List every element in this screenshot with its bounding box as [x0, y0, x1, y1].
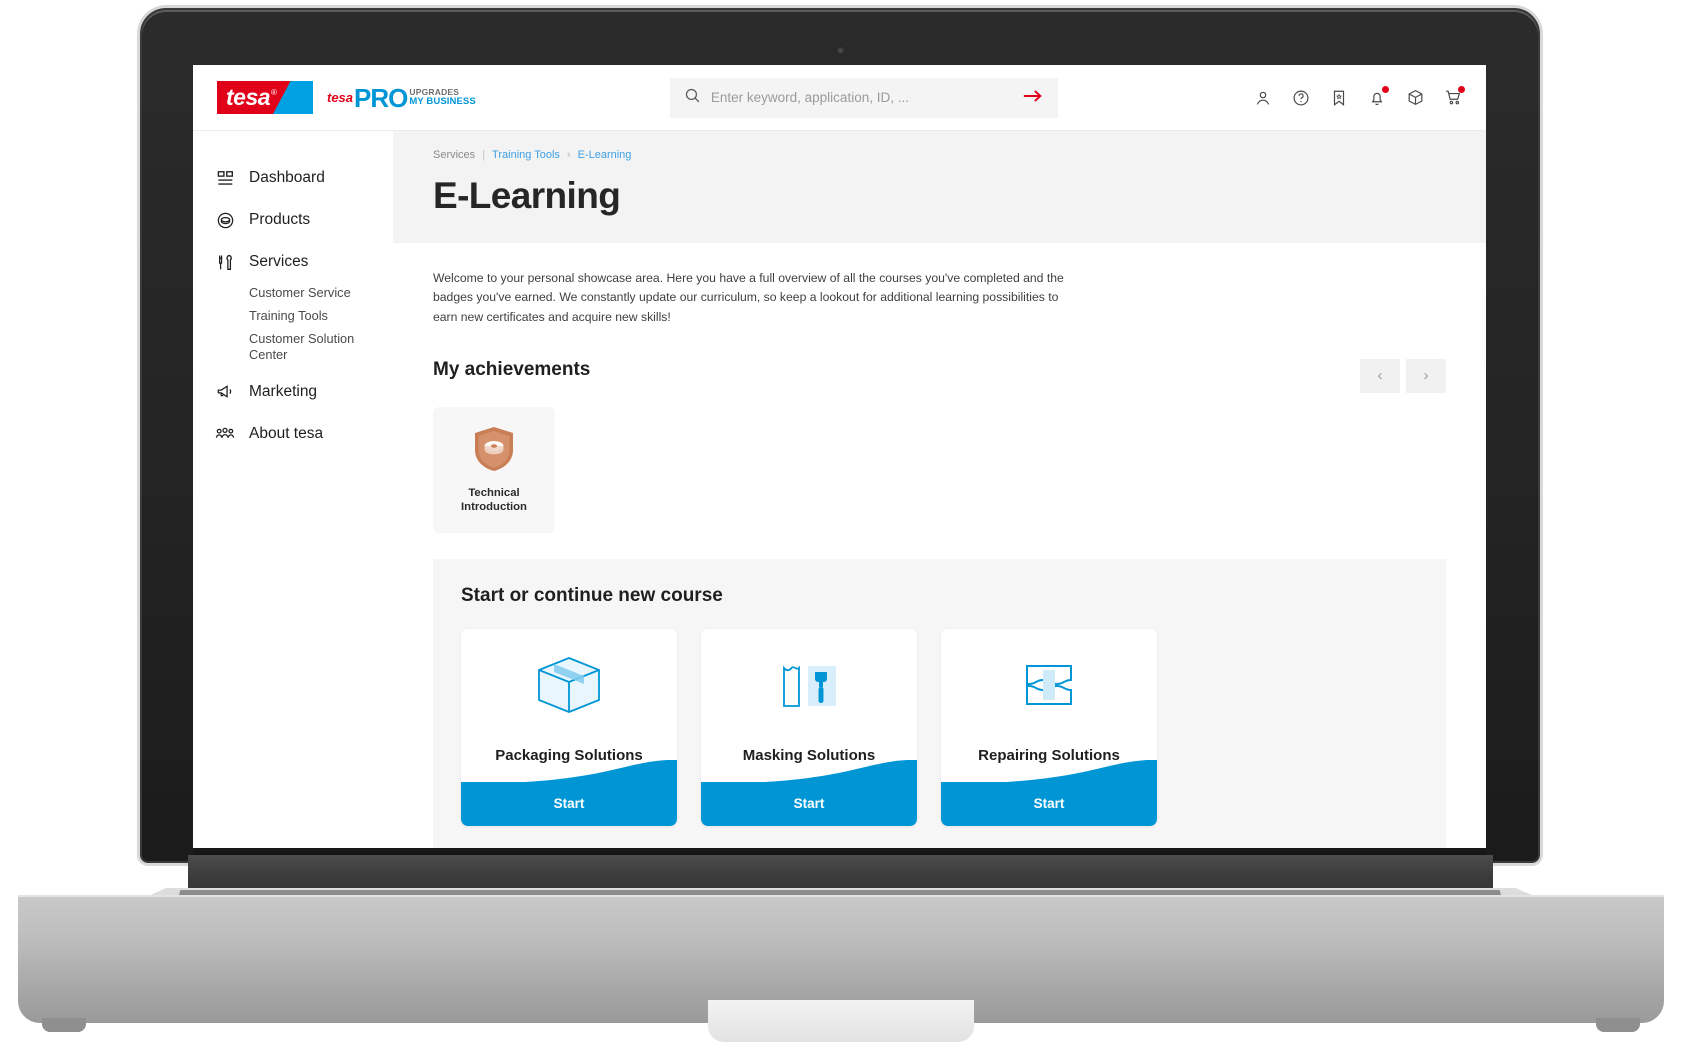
course-art — [941, 629, 1157, 747]
webcam — [836, 46, 845, 55]
breadcrumb: Services | Training Tools › E-Learning — [433, 149, 1486, 161]
masking-tape-brush-icon — [774, 650, 844, 725]
page-title: E-Learning — [433, 175, 621, 216]
achievements-header: My achievements ‹ › — [393, 336, 1486, 393]
people-group-icon — [215, 424, 235, 444]
sidebar-item-label: About tesa — [249, 424, 324, 442]
sidebar-item-marketing[interactable]: Marketing — [193, 371, 393, 413]
intro-section: Welcome to your personal showcase area. … — [393, 243, 1486, 337]
achievements-badge-list: Technical Introduction — [393, 392, 1486, 559]
tape-roll-icon — [215, 210, 235, 230]
breadcrumb-current-e-learning[interactable]: E-Learning — [578, 149, 632, 161]
tesa-logo-registered-mark: ® — [271, 88, 277, 97]
search-box[interactable] — [669, 77, 1058, 118]
shopping-cart-icon[interactable] — [1442, 85, 1465, 109]
tesa-logo[interactable]: tesa ® — [217, 81, 313, 114]
package-box-icon[interactable] — [1404, 87, 1426, 109]
pro-tesa-word: tesa — [327, 90, 354, 105]
notification-badge-dot — [1382, 85, 1389, 93]
achievement-badge-label-line2: Introduction — [461, 501, 527, 514]
sidebar-nav: Dashboard Products Services Customer Ser… — [193, 131, 393, 848]
achievement-badge-label: Technical Introduction — [461, 486, 527, 515]
tesa-logo-wordmark: tesa — [226, 84, 271, 110]
carton-box-icon — [532, 650, 606, 725]
achievement-badge-label-line1: Technical — [468, 486, 520, 499]
course-start-label: Start — [793, 796, 825, 812]
breadcrumb-root: Services — [433, 149, 476, 161]
laptop-mockup: tesa ® tesa PRO UPGRADES MY BUSINESS Ent… — [0, 0, 1682, 1062]
course-start-label: Start — [553, 796, 585, 812]
tools-wrench-screwdriver-icon — [215, 252, 235, 272]
screenshot-stage: tesa ® tesa PRO UPGRADES MY BUSINESS Ent… — [0, 0, 1682, 1062]
app-header: tesa ® tesa PRO UPGRADES MY BUSINESS — [193, 65, 1486, 131]
sidebar-item-label: Services — [249, 253, 309, 270]
sidebar-item-services[interactable]: Services — [193, 241, 393, 283]
sidebar-subitem-customer-solution-center[interactable]: Customer Solution Center — [249, 331, 369, 363]
course-card-repairing-solutions[interactable]: Repairing Solutions Start — [941, 628, 1157, 826]
search-submit-button[interactable] — [1020, 88, 1046, 107]
sidebar-item-dashboard[interactable]: Dashboard — [193, 157, 393, 199]
brand-logo-lockup[interactable]: tesa ® tesa PRO UPGRADES MY BUSINESS — [217, 81, 476, 114]
sidebar-item-label: Products — [249, 211, 311, 228]
megaphone-icon — [215, 382, 235, 402]
shield-badge-tape-icon — [472, 425, 516, 478]
cart-badge-dot — [1458, 85, 1465, 93]
laptop-foot-right — [1596, 1018, 1640, 1032]
sidebar-item-about-tesa[interactable]: About tesa — [193, 413, 393, 455]
notifications-bell-icon[interactable] — [1366, 85, 1389, 109]
carousel-next-button[interactable]: › — [1406, 358, 1446, 393]
search-area — [476, 77, 1252, 118]
header-icon-group — [1252, 85, 1465, 109]
sidebar-item-products[interactable]: Products — [193, 199, 393, 241]
course-card-packaging-solutions[interactable]: Packaging Solutions Start — [461, 628, 677, 826]
search-icon — [684, 87, 701, 109]
breadcrumb-separator: | — [482, 149, 486, 161]
dashboard-grid-icon — [215, 168, 235, 188]
main-content: Services | Training Tools › E-Learning E… — [393, 131, 1486, 848]
course-start-button[interactable]: Start — [941, 782, 1157, 826]
arrow-right-icon — [1022, 88, 1044, 107]
pro-word: PRO — [354, 82, 408, 113]
page-hero: Services | Training Tools › E-Learning E… — [393, 131, 1486, 243]
pro-tagline: UPGRADES MY BUSINESS — [409, 88, 475, 106]
carousel-prev-button[interactable]: ‹ — [1360, 358, 1400, 393]
course-art — [461, 629, 677, 747]
course-art — [701, 629, 917, 747]
app-body: Dashboard Products Services Customer Ser… — [193, 131, 1486, 848]
courses-title: Start or continue new course — [461, 584, 723, 606]
laptop-screen: tesa ® tesa PRO UPGRADES MY BUSINESS Ent… — [193, 65, 1486, 848]
user-account-icon[interactable] — [1252, 87, 1274, 109]
course-start-button[interactable]: Start — [701, 782, 917, 826]
repair-patch-icon — [1014, 650, 1084, 725]
intro-paragraph: Welcome to your personal showcase area. … — [433, 271, 1064, 324]
tesa-logo-swoosh — [273, 81, 313, 114]
sidebar-item-label: Marketing — [249, 382, 318, 400]
course-card-masking-solutions[interactable]: Masking Solutions Start — [701, 628, 917, 826]
sidebar-subnav-services: Customer Service Training Tools Customer… — [193, 285, 393, 365]
course-start-button[interactable]: Start — [461, 782, 677, 826]
search-input[interactable] — [710, 90, 1010, 105]
tesa-pro-web-app: tesa ® tesa PRO UPGRADES MY BUSINESS Ent… — [193, 65, 1486, 848]
laptop-foot-left — [42, 1018, 86, 1032]
sidebar-subitem-training-tools[interactable]: Training Tools — [249, 308, 369, 324]
laptop-front-notch — [708, 1000, 974, 1042]
help-question-icon[interactable] — [1290, 87, 1312, 109]
achievements-title: My achievements — [433, 358, 591, 380]
breadcrumb-link-training-tools[interactable]: Training Tools — [492, 149, 560, 161]
courses-panel: Start or continue new course Packaging S… — [433, 558, 1446, 848]
sidebar-item-label: Dashboard — [249, 169, 325, 186]
sidebar-subitem-customer-service[interactable]: Customer Service — [249, 285, 369, 301]
pro-tagline-line2: MY BUSINESS — [409, 95, 476, 107]
tesa-pro-lockup: tesa PRO UPGRADES MY BUSINESS — [327, 85, 476, 111]
course-card-grid: Packaging Solutions Start Masking Soluti… — [461, 628, 1418, 826]
chevron-right-icon: › — [566, 149, 571, 161]
achievement-badge-technical-introduction[interactable]: Technical Introduction — [433, 406, 555, 533]
course-start-label: Start — [1033, 796, 1065, 812]
achievements-carousel-controls: ‹ › — [1360, 358, 1446, 393]
bookmark-star-icon[interactable] — [1328, 87, 1350, 109]
